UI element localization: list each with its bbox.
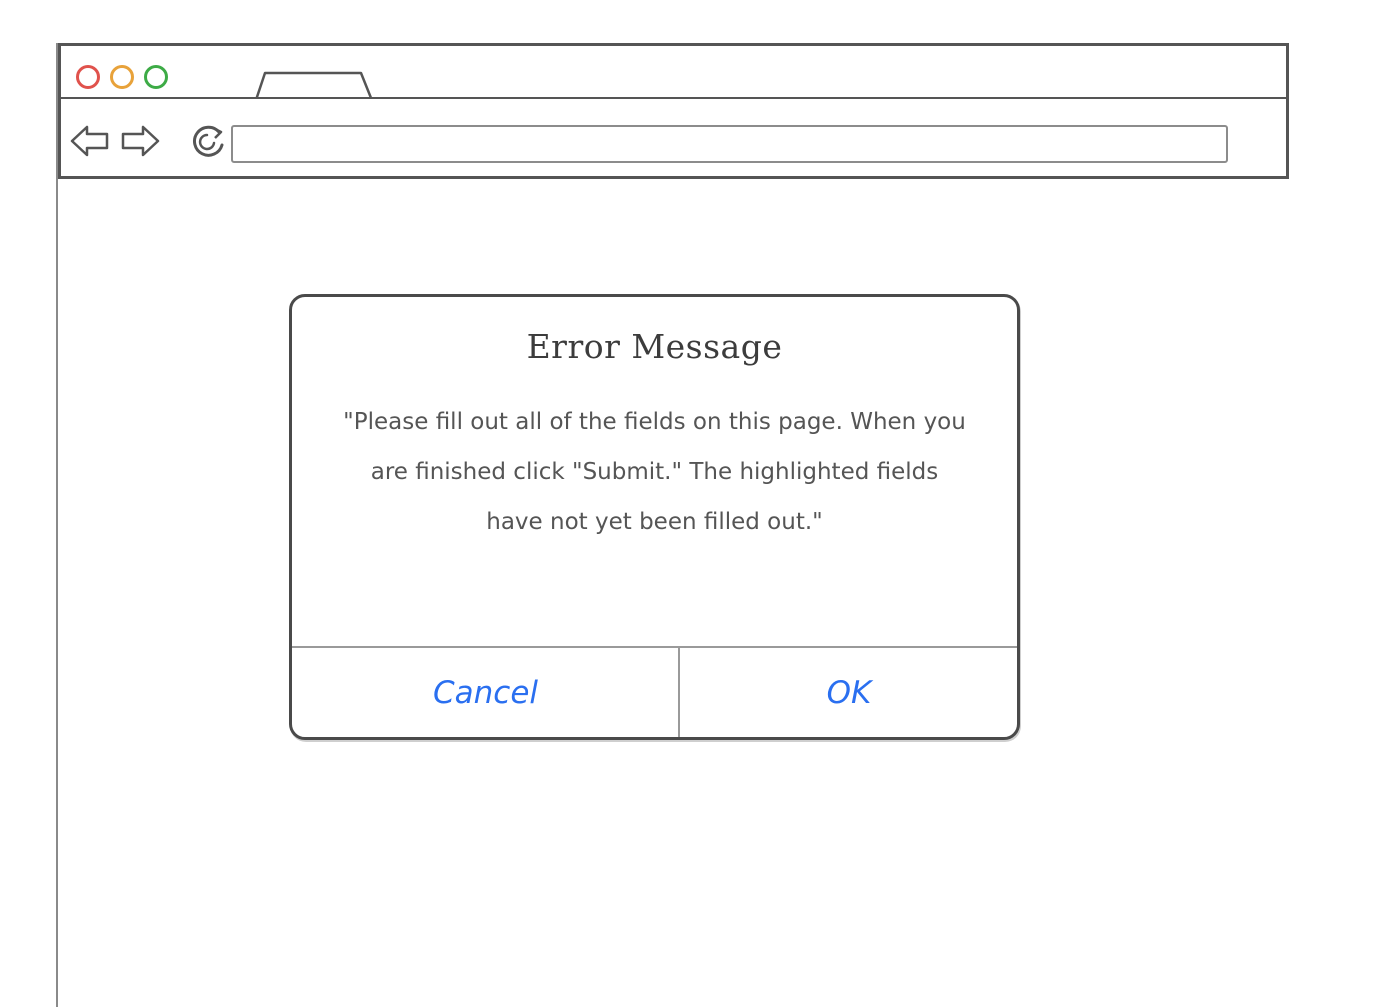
maximize-window-icon[interactable] (144, 65, 168, 89)
navigation-bar (58, 97, 1289, 179)
dialog-title: Error Message (526, 327, 783, 366)
button-separator (678, 648, 680, 737)
close-window-icon[interactable] (76, 65, 100, 89)
dialog-message: "Please fill out all of the fields on th… (343, 409, 966, 535)
cancel-button[interactable]: Cancel (292, 648, 679, 737)
title-bar (58, 43, 1289, 103)
back-arrow-icon[interactable] (69, 123, 111, 159)
reload-icon[interactable] (189, 123, 229, 159)
ok-button[interactable]: OK (681, 648, 1017, 737)
address-bar-input[interactable] (231, 125, 1228, 163)
minimize-window-icon[interactable] (110, 65, 134, 89)
error-dialog: Error Message "Please fill out all of th… (289, 294, 1020, 740)
forward-arrow-icon[interactable] (119, 123, 161, 159)
